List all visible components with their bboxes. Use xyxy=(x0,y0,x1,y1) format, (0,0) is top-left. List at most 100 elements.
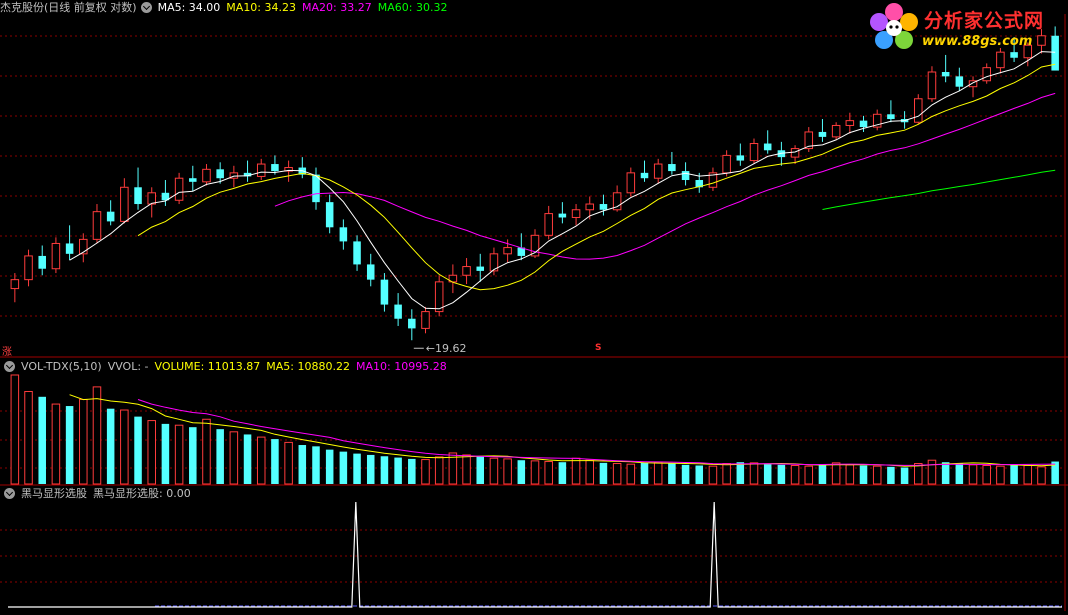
volume-bar xyxy=(790,465,800,485)
volume-bar xyxy=(777,464,786,484)
candle-body xyxy=(503,247,512,255)
candle-body xyxy=(408,318,416,329)
volume-bar xyxy=(544,461,553,485)
candle-body xyxy=(845,120,855,126)
volume-bar xyxy=(380,456,389,484)
volume-bar xyxy=(353,453,361,484)
volume-bar xyxy=(106,408,115,484)
chart-stage: ←19.62 杰克股份(日线 前复权 对数) MA5: 34.00 MA10: 34… xyxy=(0,0,1068,611)
ma60-label: MA60: 30.32 xyxy=(377,1,448,14)
volume-bar xyxy=(708,465,718,485)
volume-bar xyxy=(503,458,512,485)
candle-body xyxy=(831,124,841,138)
volume-title: VOL-TDX(5,10) xyxy=(21,360,102,373)
volume-bar xyxy=(10,374,20,485)
volume-bar xyxy=(585,459,595,485)
candle-body xyxy=(271,164,279,172)
volume-bar xyxy=(202,418,211,485)
candle-body xyxy=(10,279,20,290)
indicator-title: 黑马显形选股 xyxy=(21,487,87,500)
price-header: 杰克股份(日线 前复权 对数) MA5: 34.00 MA10: 34.23 MA20… xyxy=(0,0,453,15)
candle-body xyxy=(599,204,608,210)
vvol-label: VVOL: - xyxy=(107,360,149,373)
vol-ma10-label: MA10: 10995.28 xyxy=(355,360,447,373)
volume-bar xyxy=(982,465,991,485)
volume-bar xyxy=(859,465,868,484)
candle-body xyxy=(312,174,320,203)
candle-body xyxy=(380,279,389,305)
volume-value: VOLUME: 11013.87 xyxy=(154,360,261,373)
volume-bar xyxy=(434,456,444,485)
candle-body xyxy=(818,131,827,137)
volume-bar xyxy=(763,464,772,484)
volume-bar xyxy=(174,424,184,485)
candle-body xyxy=(366,264,375,280)
volume-bar xyxy=(749,462,759,485)
volume-bar xyxy=(955,463,964,484)
candle-body xyxy=(681,171,690,181)
ma5-label: MA5: 34.00 xyxy=(157,1,221,14)
volume-bar xyxy=(476,456,485,484)
chart-svg[interactable]: ←19.62 xyxy=(0,0,1068,611)
volume-bar xyxy=(558,462,567,484)
volume-bar xyxy=(845,464,855,485)
volume-bar xyxy=(804,465,814,485)
volume-bar xyxy=(339,451,348,484)
volume-bar xyxy=(65,406,74,484)
volume-bar xyxy=(38,396,46,484)
volume-bar xyxy=(736,462,745,484)
stock-title: 杰克股份(日线 前复权 对数) xyxy=(0,1,137,14)
volume-bar xyxy=(24,391,33,485)
volume-bar xyxy=(695,465,704,484)
volume-bar xyxy=(640,462,649,484)
volume-bar xyxy=(189,427,197,484)
dropdown-icon[interactable] xyxy=(140,2,152,13)
candle-body xyxy=(38,255,46,269)
volume-dropdown-icon[interactable] xyxy=(4,361,15,372)
volume-bar xyxy=(831,462,841,485)
volume-bar xyxy=(408,458,416,484)
volume-bar xyxy=(421,459,430,485)
site-logo: 分析家公式网 www.88gs.com xyxy=(866,0,1066,56)
low-price-label: ←19.62 xyxy=(426,342,467,355)
volume-bar xyxy=(818,464,827,484)
candle-body xyxy=(626,172,636,194)
candle-body xyxy=(982,67,991,82)
candle-body xyxy=(736,155,745,161)
volume-header: VOL-TDX(5,10) VVOL: - VOLUME: 11013.87 MA5:… xyxy=(0,359,453,374)
flower-logo-icon xyxy=(870,3,918,49)
candle-body xyxy=(914,98,923,123)
candle-body xyxy=(24,255,33,281)
candle-body xyxy=(722,154,731,174)
volume-bar xyxy=(134,416,142,484)
volume-bar xyxy=(489,457,499,485)
candle-body xyxy=(120,186,129,222)
volume-bar xyxy=(147,420,156,485)
volume-bar xyxy=(312,446,320,484)
candle-body xyxy=(353,241,361,265)
volume-bar xyxy=(968,464,978,485)
candle-body xyxy=(763,143,772,151)
volume-bar xyxy=(161,423,170,484)
volume-bar xyxy=(1037,466,1046,485)
logo-title: 分析家公式网 xyxy=(924,10,1045,32)
candle-body xyxy=(134,187,142,205)
volume-bar xyxy=(298,445,307,484)
volume-bar xyxy=(284,441,293,485)
volume-bar xyxy=(325,449,334,484)
candle-body xyxy=(216,169,224,179)
candle-body xyxy=(571,209,581,218)
indicator-dropdown-icon[interactable] xyxy=(4,488,15,499)
candle-body xyxy=(189,178,197,182)
candle-body xyxy=(202,168,211,183)
volume-bar xyxy=(256,436,266,485)
candle-body xyxy=(653,163,663,179)
volume-bar xyxy=(271,439,279,484)
volume-bar xyxy=(927,459,937,485)
s-marker: S xyxy=(595,343,602,353)
volume-bar xyxy=(653,461,663,485)
candle-body xyxy=(256,163,266,177)
volume-bar xyxy=(887,466,895,484)
candle-body xyxy=(544,213,553,236)
volume-bar xyxy=(243,434,252,484)
